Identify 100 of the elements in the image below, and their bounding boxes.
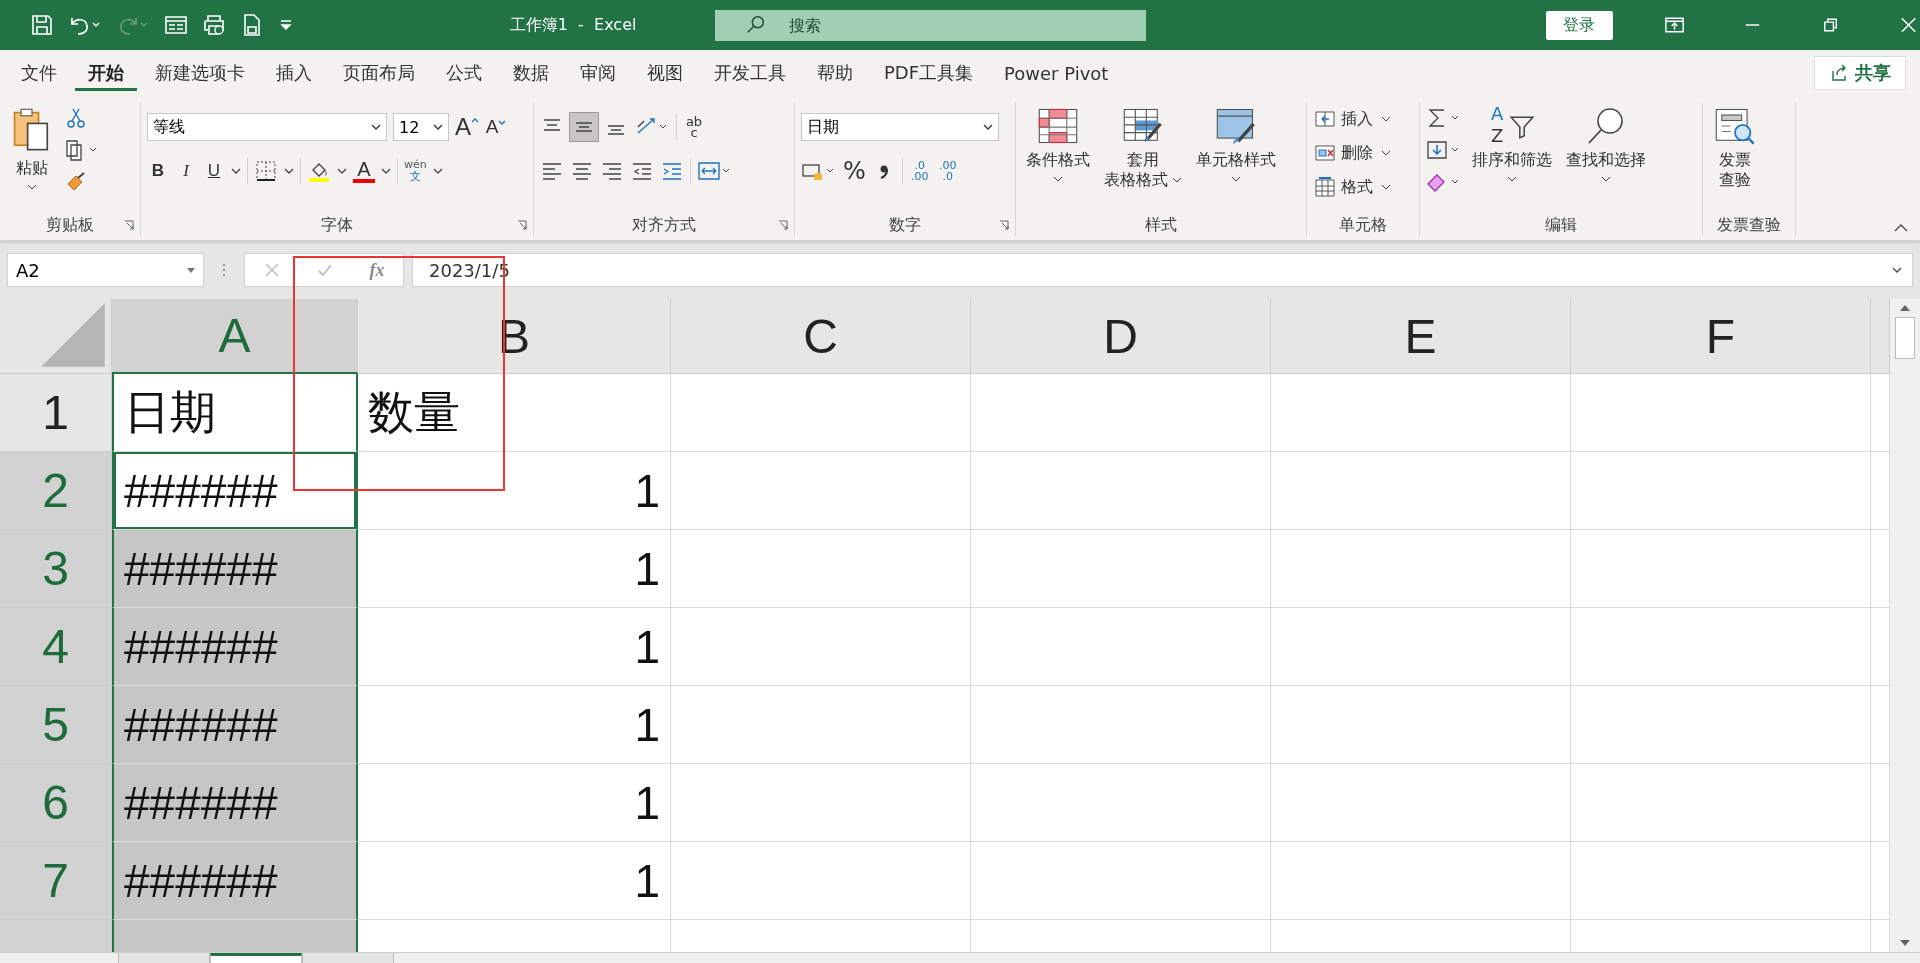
font-name-dropdown[interactable]: 等线 (147, 113, 387, 141)
name-box[interactable]: A2 (7, 253, 204, 287)
sort-filter-button[interactable]: A Z 排序和筛选 (1468, 102, 1556, 182)
ribbon-tab[interactable]: 公式 (433, 55, 495, 91)
wrap-text-button[interactable]: ab c (683, 116, 705, 138)
dialog-launcher-icon[interactable] (124, 220, 134, 230)
cell-styles-button[interactable]: 单元格样式 (1192, 102, 1280, 182)
grid-icon (1313, 175, 1337, 199)
group-label: 字体 (321, 214, 353, 236)
dialog-launcher-icon[interactable] (778, 220, 788, 230)
form-icon[interactable] (164, 13, 188, 37)
increase-font-size-button[interactable]: A (455, 113, 479, 141)
column-header[interactable]: F (1571, 299, 1871, 374)
search-field[interactable]: 搜索 (715, 9, 1146, 41)
caret-icon (983, 124, 993, 130)
scroll-up-icon[interactable] (1900, 305, 1910, 311)
row-header[interactable]: 7 (0, 842, 112, 920)
percent-button[interactable]: % (843, 157, 866, 185)
ribbon-tab[interactable]: 页面布局 (330, 55, 428, 91)
caret-icon[interactable] (381, 168, 391, 174)
decrease-font-size-button[interactable]: A (485, 116, 507, 138)
caret-icon[interactable] (284, 168, 294, 174)
find-select-button[interactable]: 查找和选择 (1562, 102, 1650, 182)
dialog-launcher-icon[interactable] (517, 220, 527, 230)
vertical-scrollbar[interactable] (1890, 299, 1920, 952)
font-color-button[interactable]: A (353, 159, 375, 183)
caret-icon (1381, 116, 1391, 122)
row-header[interactable]: 3 (0, 530, 112, 608)
number-format-dropdown[interactable]: 日期 (801, 113, 999, 141)
scissors-icon[interactable] (64, 106, 88, 130)
share-button[interactable]: 共享 (1814, 56, 1906, 90)
funnel-icon (1509, 114, 1535, 140)
share-icon (1829, 63, 1849, 83)
table-cell: 数量 (358, 374, 671, 452)
row-header[interactable]: 4 (0, 608, 112, 686)
table-cell: 日期 (112, 374, 358, 452)
group-label: 剪贴板 (46, 214, 94, 236)
increase-decimal-button[interactable]: .0 .00 (908, 160, 931, 182)
highlighted-grid-icon (1036, 106, 1080, 146)
ribbon-tab[interactable]: 插入 (263, 55, 325, 91)
ribbon-tab[interactable]: 文件 (8, 55, 70, 91)
underline-button[interactable]: U (203, 161, 225, 181)
caret-icon (1231, 176, 1241, 182)
window-title: 工作簿1 - Excel (508, 14, 638, 36)
invoice-check-button[interactable]: 发票 查验 (1709, 102, 1761, 190)
print-preview-icon[interactable] (202, 13, 226, 37)
row-header[interactable]: 1 (0, 374, 112, 452)
caret-icon[interactable] (337, 168, 347, 174)
table-cell: 1 (358, 452, 671, 530)
borders-icon[interactable] (254, 159, 278, 183)
bold-button[interactable]: B (147, 161, 169, 181)
ribbon-tab[interactable]: 开发工具 (701, 55, 799, 91)
conditional-formatting-button[interactable]: 条件格式 (1022, 102, 1094, 182)
check-icon[interactable] (316, 262, 333, 278)
sheet-tab[interactable] (210, 953, 302, 963)
row-header[interactable]: 5 (0, 686, 112, 764)
row-header[interactable]: 2 (0, 452, 112, 530)
phonetic-guide-button[interactable]: wén 文 (404, 159, 427, 183)
column-header[interactable]: C (671, 299, 971, 374)
table-cell: 1 (358, 686, 671, 764)
decrease-decimal-button[interactable]: .00 .0 (936, 160, 959, 182)
drag-handle-icon[interactable] (222, 262, 226, 278)
caret-icon (187, 267, 195, 273)
caret-icon[interactable] (432, 168, 443, 174)
table-cell: ###### (112, 530, 358, 608)
row-header[interactable]: 6 (0, 764, 112, 842)
column-header[interactable]: E (1271, 299, 1571, 374)
ribbon-tab[interactable]: 新建选项卡 (142, 55, 258, 91)
column-header[interactable]: A (112, 299, 358, 374)
ribbon-tab[interactable]: 审阅 (567, 55, 629, 91)
collapse-ribbon-icon[interactable] (1894, 224, 1908, 232)
caret-icon (1507, 176, 1517, 182)
format-cells-button[interactable]: 格式 (1313, 174, 1391, 200)
sign-in-button[interactable]: 登录 (1545, 10, 1613, 40)
caret-icon[interactable] (231, 168, 241, 174)
ribbon-tab[interactable]: Power Pivot (991, 55, 1122, 91)
column-header[interactable]: D (971, 299, 1271, 374)
document-magnifier-icon (1713, 106, 1757, 146)
italic-button[interactable]: I (175, 161, 197, 181)
table-cell: 1 (358, 530, 671, 608)
ribbon-tab[interactable]: PDF工具集 (871, 55, 987, 91)
format-as-table-button[interactable]: 套用 表格格式 (1100, 102, 1186, 190)
save-icon[interactable] (30, 13, 54, 37)
table-cell: 1 (358, 764, 671, 842)
font-size-dropdown[interactable]: 12 (393, 113, 449, 141)
ribbon-tab[interactable]: 帮助 (804, 55, 866, 91)
dialog-launcher-icon[interactable] (999, 220, 1009, 230)
ribbon-tab[interactable]: 开始 (75, 55, 137, 91)
scrollbar-thumb[interactable] (1895, 317, 1915, 359)
ribbon-tab[interactable]: 数据 (500, 55, 562, 91)
insert-function-button[interactable]: fx (369, 259, 385, 281)
caret-up-icon (471, 117, 479, 123)
ribbon-tab[interactable]: 视图 (634, 55, 696, 91)
table-cell: ###### (112, 452, 358, 530)
delete-cells-button[interactable]: 删除 (1313, 140, 1391, 166)
paste-button[interactable]: 粘贴 (6, 102, 58, 190)
middle-align-icon[interactable] (570, 113, 598, 141)
table-cell: ###### (112, 686, 358, 764)
scroll-down-icon[interactable] (1900, 940, 1910, 946)
insert-cells-button[interactable]: 插入 (1313, 106, 1391, 132)
